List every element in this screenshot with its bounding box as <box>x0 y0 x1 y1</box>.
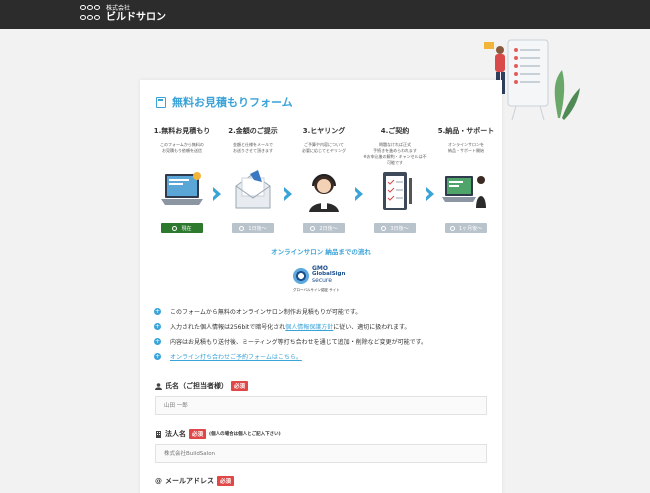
seal-sub: secure <box>312 276 332 284</box>
field-hint: (個人の場合は個人とご記入下さい) <box>209 432 281 437</box>
at-icon: @ <box>155 476 162 485</box>
field-label-text: 氏名（ご担当者様） <box>165 382 228 390</box>
brand-name: ビルドサロン <box>106 11 166 23</box>
step-description: 問題なければ正式 手続きを進めらわれます ※お申込後の解約・キャンセルは不可能で… <box>363 142 427 165</box>
plus-circle-icon <box>154 337 161 346</box>
note-text: 内容はお見積もり送付後、ミーティング等打ち合わせを通じて追加・削除など変更が可能… <box>170 339 428 346</box>
step-quote: 2.金額のご提示 金額と仕様をメールで お送りさせて頂きます 1日後〜 <box>221 126 285 233</box>
email-label: @ メールアドレス 必須 <box>155 476 487 486</box>
globalsign-seal[interactable]: GMO GlobalSign secure グローバルサイン認証 サイト <box>293 265 353 295</box>
globalsign-seal-icon <box>293 268 309 284</box>
operator-icon <box>309 174 339 212</box>
note-item: 入力された個人情報は256bitで暗号化され個人情報保護方針に従い、適切に扱われ… <box>154 319 494 334</box>
process-steps: 1.無料お見積もり このフォームから無料の お見積もり依頼を送信 現在 2.金額… <box>150 126 494 246</box>
flow-label: オンラインサロン 納品までの流れ <box>271 248 371 256</box>
company-input[interactable] <box>155 444 487 463</box>
note-item: 内容はお見積もり送付後、ミーティング等打ち合わせを通じて追加・削除など変更が可能… <box>154 334 494 349</box>
step-title: 4.ご契約 <box>380 127 410 135</box>
step-badge: 1ヶ月後〜 <box>445 223 487 233</box>
brand-company-type: 株式会社 <box>106 4 131 12</box>
clock-icon <box>172 225 178 231</box>
step-badge: 1日後〜 <box>232 223 274 233</box>
privacy-policy-link[interactable]: 個人情報保護方針 <box>285 322 333 331</box>
required-badge: 必須 <box>217 476 235 486</box>
required-badge: 必須 <box>189 429 207 439</box>
step-badge-text: 1日後〜 <box>248 225 267 232</box>
clock-icon <box>449 225 455 231</box>
email-field-group: @ メールアドレス 必須 <box>155 476 487 486</box>
name-field-group: 氏名（ご担当者様） 必須 <box>155 381 487 415</box>
top-bar: 株式会社 ビルドサロン <box>0 0 650 29</box>
step-description: ご予算や内容について 必要に応じてヒヤリング <box>302 142 346 153</box>
logo-mark-icon <box>80 5 102 23</box>
step-badge-text: 3日後〜 <box>390 225 409 232</box>
required-badge: 必須 <box>231 381 249 391</box>
step-hearing: 3.ヒヤリング ご予算や内容について 必要に応じてヒヤリング 2日後〜 <box>292 126 356 233</box>
clock-icon <box>381 225 387 231</box>
field-label-text: メールアドレス <box>165 477 214 485</box>
calculator-icon <box>156 96 166 108</box>
step-description: このフォームから無料の お見積もり依頼を送信 <box>160 142 204 153</box>
form-title-text: 無料お見積もりフォーム <box>172 96 293 109</box>
estimate-form-card: 無料お見積もりフォーム 1.無料お見積もり このフォームから無料の お見積もり依… <box>140 80 502 493</box>
note-text: 入力された個人情報は256bitで暗号化され <box>170 324 286 331</box>
step-estimate: 1.無料お見積もり このフォームから無料の お見積もり依頼を送信 現在 <box>150 126 214 233</box>
envelope-icon <box>235 170 271 209</box>
step-badge-current: 現在 <box>161 223 203 233</box>
step-title: 3.ヒヤリング <box>302 127 346 135</box>
laptop-person-icon <box>442 176 486 208</box>
step-badge: 2日後〜 <box>303 223 345 233</box>
step-description: オンラインサロンを 納品・サポート開始 <box>448 142 484 153</box>
person-icon <box>155 382 162 390</box>
building-icon <box>156 430 161 438</box>
note-text: このフォームから無料のオンラインサロン制作お見積もりが可能です。 <box>170 309 362 316</box>
meeting-reservation-link[interactable]: オンライン打ち合わせご予約フォームはこちら。 <box>170 352 302 361</box>
notes-list: このフォームから無料のオンラインサロン制作お見積もりが可能です。 入力された個人… <box>154 304 494 364</box>
step-badge-text: 2日後〜 <box>319 225 338 232</box>
plus-circle-icon <box>154 307 161 316</box>
laptop-icon <box>161 172 203 205</box>
company-field-group: 法人名 必須 (個人の場合は個人とご記入下さい) <box>155 429 487 463</box>
name-input[interactable] <box>155 396 487 415</box>
step-badge-text: 現在 <box>181 225 192 232</box>
step-description: 金額と仕様をメールで お送りさせて頂きます <box>233 142 273 153</box>
note-item: このフォームから無料のオンラインサロン制作お見積もりが可能です。 <box>154 304 494 319</box>
seal-caption: グローバルサイン認証 サイト <box>293 288 340 292</box>
name-label: 氏名（ご担当者様） 必須 <box>155 381 487 391</box>
company-label: 法人名 必須 (個人の場合は個人とご記入下さい) <box>155 429 487 439</box>
field-label-text: 法人名 <box>165 430 186 438</box>
note-item: オンライン打ち合わせご予約フォームはこちら。 <box>154 349 494 364</box>
step-title: 1.無料お見積もり <box>153 127 211 135</box>
step-delivery: 5.納品・サポート オンラインサロンを 納品・サポート開始 1ヶ月後〜 <box>434 126 498 233</box>
plus-circle-icon <box>154 352 161 361</box>
step-badge-text: 1ヶ月後〜 <box>458 225 483 232</box>
form-title: 無料お見積もりフォーム <box>156 94 293 110</box>
step-badge: 3日後〜 <box>374 223 416 233</box>
brand-logo[interactable]: 株式会社 ビルドサロン <box>80 5 166 23</box>
step-contract: 4.ご契約 問題なければ正式 手続きを進めらわれます ※お申込後の解約・キャンセ… <box>363 126 427 233</box>
clock-icon <box>239 225 245 231</box>
clock-icon <box>310 225 316 231</box>
note-text: に従い、適切に扱われます。 <box>333 324 411 331</box>
step-title: 2.金額のご提示 <box>228 127 278 135</box>
step-title: 5.納品・サポート <box>437 127 495 135</box>
plus-circle-icon <box>154 322 161 331</box>
clipboard-icon <box>383 172 412 210</box>
